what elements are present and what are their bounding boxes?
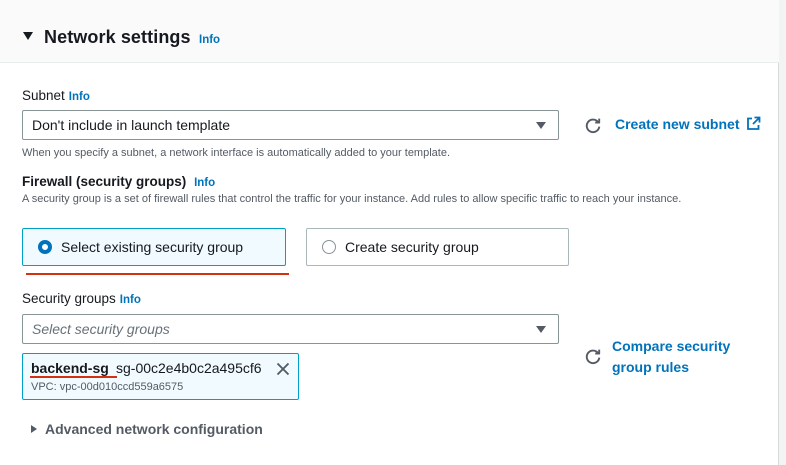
external-link-icon	[747, 116, 761, 130]
dropdown-arrow-icon	[536, 326, 546, 333]
panel-header[interactable]: Network settings Info	[0, 0, 779, 63]
caret-right-icon[interactable]	[31, 425, 37, 433]
radio-create-label: Create security group	[345, 239, 479, 255]
create-new-subnet-text: Create new subnet	[615, 116, 740, 132]
radio-unchecked-icon[interactable]	[322, 240, 336, 254]
dropdown-arrow-icon	[536, 122, 546, 129]
annotation-underline	[26, 273, 289, 275]
panel-title: Network settings	[44, 27, 191, 47]
section-info-link[interactable]: Info	[199, 34, 220, 46]
subnet-info-link[interactable]: Info	[69, 91, 90, 103]
radio-select-existing-sg[interactable]: Select existing security group	[22, 228, 286, 266]
annotation-underline	[30, 376, 117, 378]
firewall-info-link[interactable]: Info	[194, 177, 215, 189]
compare-link-line2: group rules	[612, 359, 690, 375]
compare-sg-rules-link[interactable]: Compare security group rules	[612, 336, 730, 378]
subnet-selected-value: Don't include in launch template	[32, 117, 231, 133]
security-groups-info-link[interactable]: Info	[120, 294, 141, 306]
token-sg-name: backend-sg	[31, 360, 109, 376]
close-icon[interactable]	[275, 361, 291, 377]
firewall-description: A security group is a set of firewall ru…	[22, 193, 682, 205]
caret-down-icon[interactable]	[23, 32, 33, 40]
security-groups-placeholder: Select security groups	[32, 321, 170, 337]
security-groups-label-text: Security groups	[22, 291, 116, 306]
radio-select-existing-label: Select existing security group	[61, 239, 244, 255]
firewall-label-text: Firewall (security groups)	[22, 174, 187, 189]
token-sg-id: sg-00c2e4b0c2a495cf6	[116, 360, 262, 376]
subnet-label-text: Subnet	[22, 88, 65, 103]
radio-create-sg[interactable]: Create security group	[306, 228, 569, 266]
token-vpc-id: VPC: vpc-00d010ccd559a6575	[31, 381, 184, 393]
create-new-subnet-link[interactable]: Create new subnet	[615, 114, 761, 135]
security-groups-select[interactable]: Select security groups	[22, 314, 559, 344]
security-groups-label: Security groups Info	[22, 291, 141, 306]
refresh-icon[interactable]	[584, 117, 602, 135]
firewall-label: Firewall (security groups) Info	[22, 174, 215, 189]
network-settings-panel: Network settings Info Subnet Info Don't i…	[0, 0, 779, 465]
refresh-icon[interactable]	[584, 348, 602, 366]
compare-link-line1: Compare security	[612, 338, 731, 354]
subnet-select[interactable]: Don't include in launch template	[22, 110, 559, 140]
subnet-help-text: When you specify a subnet, a network int…	[22, 147, 451, 159]
radio-checked-icon[interactable]	[38, 240, 52, 254]
subnet-label: Subnet Info	[22, 88, 90, 103]
advanced-network-config-toggle[interactable]: Advanced network configuration	[45, 421, 263, 437]
